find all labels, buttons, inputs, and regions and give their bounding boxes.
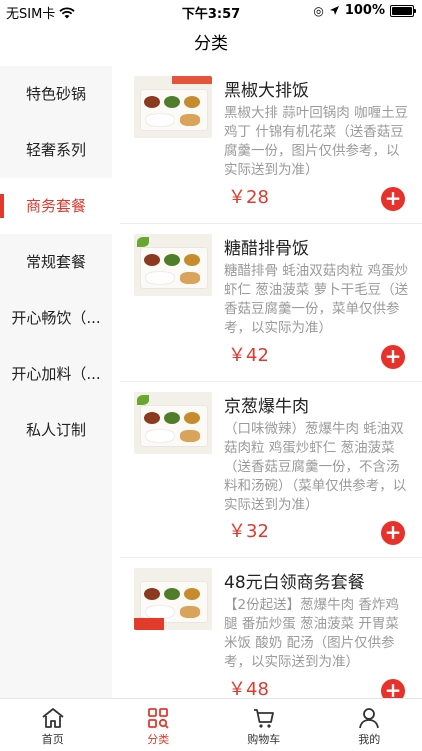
product-price: ￥42	[228, 341, 269, 367]
battery-percent: 100%	[345, 3, 385, 18]
product-price: ￥28	[228, 183, 269, 209]
product-card[interactable]: 黑椒大排饭 黑椒大排 蒜叶回锅肉 咖喱土豆鸡丁 什锦有机花菜（送香菇豆腐羹一份，…	[120, 66, 422, 224]
product-image[interactable]	[134, 76, 212, 138]
sidebar-item-shangwutaocan[interactable]: 商务套餐	[0, 178, 112, 234]
product-title: 48元白领商务套餐	[224, 568, 365, 593]
orientation-lock-icon: ◎	[313, 4, 323, 18]
sidebar-item-label: 特色砂锅	[26, 85, 86, 103]
page-title: 分类	[0, 22, 422, 66]
product-price: ￥32	[228, 517, 269, 543]
tab-home[interactable]: 首页	[0, 699, 106, 751]
product-image[interactable]	[134, 392, 212, 454]
tab-bar: 首页 分类 购物车 我的	[0, 698, 422, 751]
tab-cart[interactable]: 购物车	[211, 699, 317, 751]
sidebar-item-label: 开心畅饮（...	[11, 309, 100, 327]
product-card[interactable]: 京葱爆牛肉 （口味微辣）葱爆牛肉 蚝油双菇肉粒 鸡蛋炒虾仁 葱油菠菜（送香菇豆腐…	[120, 382, 422, 558]
location-icon	[329, 5, 340, 16]
product-card[interactable]: 48元白领商务套餐 【2份起送】葱爆牛肉 香炸鸡腿 番茄炒蛋 葱油菠菜 开胃菜 …	[120, 558, 422, 698]
product-description: 【2份起送】葱爆牛肉 香炸鸡腿 番茄炒蛋 葱油菠菜 开胃菜 米饭 酸奶 配汤（图…	[224, 596, 410, 672]
tab-category[interactable]: 分类	[106, 699, 212, 751]
tab-label: 分类	[106, 731, 212, 747]
active-indicator	[0, 194, 4, 218]
add-to-cart-button[interactable]: +	[381, 679, 405, 698]
product-description: 黑椒大排 蒜叶回锅肉 咖喱土豆鸡丁 什锦有机花菜（送香菇豆腐羹一份，图片仅供参考…	[224, 104, 410, 180]
product-image[interactable]	[134, 568, 212, 630]
add-to-cart-button[interactable]: +	[381, 187, 405, 211]
sidebar-item-changguitaocan[interactable]: 常规套餐	[0, 234, 112, 290]
cart-icon	[252, 707, 276, 729]
sidebar-item-label: 商务套餐	[26, 197, 86, 215]
sidebar-item-label: 常规套餐	[26, 253, 86, 271]
product-title: 京葱爆牛肉	[224, 392, 309, 417]
sidebar-item-teseshaguo[interactable]: 特色砂锅	[0, 66, 112, 122]
sidebar-item-label: 开心加料（...	[11, 365, 100, 383]
sidebar-item-kaixinjialiao[interactable]: 开心加料（...	[0, 346, 112, 402]
product-price: ￥48	[228, 675, 269, 698]
tab-label: 首页	[0, 731, 106, 747]
sidebar-item-qingshexilie[interactable]: 轻奢系列	[0, 122, 112, 178]
product-description: （口味微辣）葱爆牛肉 蚝油双菇肉粒 鸡蛋炒虾仁 葱油菠菜（送香菇豆腐羹一份，不含…	[224, 420, 410, 515]
home-icon	[41, 707, 65, 729]
add-to-cart-button[interactable]: +	[381, 521, 405, 545]
product-image[interactable]	[134, 234, 212, 296]
add-to-cart-button[interactable]: +	[381, 345, 405, 369]
tab-label: 我的	[317, 731, 422, 747]
sidebar-item-sirendingzhi[interactable]: 私人订制	[0, 402, 112, 458]
sidebar-item-label: 轻奢系列	[26, 141, 86, 159]
product-description: 糖醋排骨 蚝油双菇肉粒 鸡蛋炒虾仁 葱油菠菜 萝卜干毛豆（送香菇豆腐羹一份，菜单…	[224, 262, 410, 338]
sidebar-item-label: 私人订制	[26, 421, 86, 439]
product-list: 黑椒大排饭 黑椒大排 蒜叶回锅肉 咖喱土豆鸡丁 什锦有机花菜（送香菇豆腐羹一份，…	[120, 66, 422, 698]
tab-label: 购物车	[211, 731, 317, 747]
sidebar-item-kaixinchangyin[interactable]: 开心畅饮（...	[0, 290, 112, 346]
tab-profile[interactable]: 我的	[317, 699, 422, 751]
battery-icon	[390, 5, 414, 17]
product-title: 糖醋排骨饭	[224, 234, 309, 259]
product-title: 黑椒大排饭	[224, 76, 309, 101]
category-sidebar: 特色砂锅 轻奢系列 商务套餐 常规套餐 开心畅饮（... 开心加料（... 私人…	[0, 66, 112, 698]
product-card[interactable]: 糖醋排骨饭 糖醋排骨 蚝油双菇肉粒 鸡蛋炒虾仁 葱油菠菜 萝卜干毛豆（送香菇豆腐…	[120, 224, 422, 382]
profile-icon	[357, 707, 381, 729]
status-bar: 无SIM卡 下午3:57 ◎ 100%	[0, 0, 422, 22]
category-icon	[146, 707, 170, 729]
